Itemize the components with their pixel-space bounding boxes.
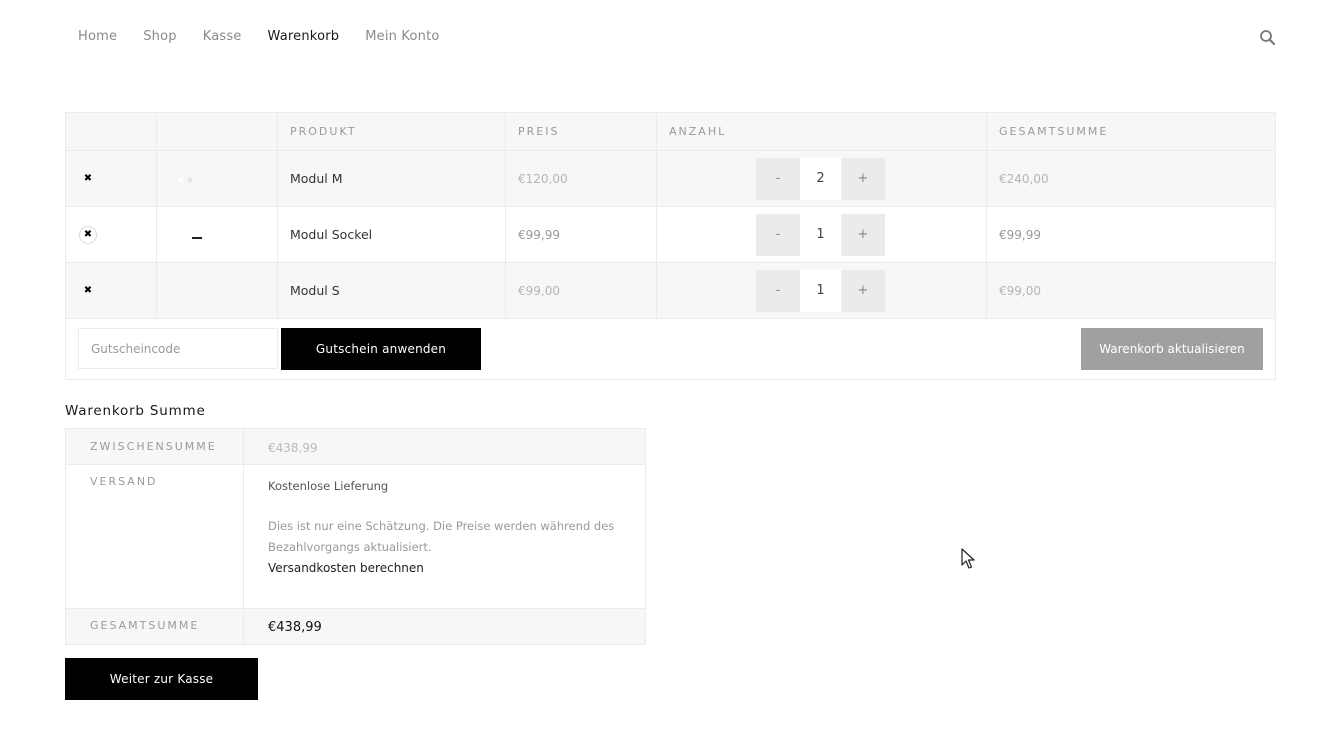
qty-increase-button[interactable]: +: [841, 269, 885, 312]
remove-item-button[interactable]: ✖: [79, 282, 97, 300]
cursor-icon: [961, 548, 975, 569]
header-quantity: ANZAHL: [656, 112, 987, 151]
quantity-stepper: - 2 +: [756, 157, 885, 200]
shipping-row: VERSAND Kostenlose Lieferung Dies ist nu…: [65, 464, 646, 609]
shipping-method: Kostenlose Lieferung: [268, 479, 389, 493]
main-nav: Home Shop Kasse Warenkorb Mein Konto: [78, 29, 466, 47]
quantity-stepper: - 1 +: [756, 269, 885, 312]
cart-item-row: ✖ Modul M €120,00 - 2 + €240,00: [65, 150, 1276, 207]
qty-increase-button[interactable]: +: [841, 157, 885, 200]
nav-item-shop[interactable]: Shop: [143, 29, 177, 47]
product-name[interactable]: Modul Sockel: [277, 206, 506, 263]
header-subtotal: GESAMTSUMME: [986, 112, 1276, 151]
remove-item-button[interactable]: ✖: [79, 225, 97, 244]
product-subtotal: €99,00: [986, 262, 1276, 319]
nav-item-kasse[interactable]: Kasse: [203, 29, 242, 47]
product-price: €120,00: [505, 150, 657, 207]
qty-input[interactable]: 1: [800, 269, 841, 312]
product-price: €99,00: [505, 262, 657, 319]
cart-item-row: ✖ Modul Sockel €99,99 - 1 + €99,99: [65, 206, 1276, 263]
order-total-row: GESAMTSUMME €438,99: [65, 608, 646, 645]
nav-item-home[interactable]: Home: [78, 29, 117, 47]
cart-totals-title: Warenkorb Summe: [65, 403, 206, 419]
header-product: PRODUKT: [277, 112, 506, 151]
subtotal-row: ZWISCHENSUMME €438,99: [65, 428, 646, 465]
cart-actions-row: Gutschein anwenden Warenkorb aktualisier…: [65, 318, 1276, 380]
shipping-label: VERSAND: [65, 464, 244, 609]
subtotal-value: €438,99: [243, 428, 646, 465]
qty-decrease-button[interactable]: -: [756, 269, 800, 312]
remove-item-button[interactable]: ✖: [79, 170, 97, 188]
nav-item-mein-konto[interactable]: Mein Konto: [365, 29, 439, 47]
qty-input[interactable]: 2: [800, 157, 841, 200]
calculate-shipping-link[interactable]: Versandkosten berechnen: [268, 558, 645, 579]
proceed-to-checkout-button[interactable]: Weiter zur Kasse: [65, 658, 258, 700]
qty-input[interactable]: 1: [800, 213, 841, 256]
product-price: €99,99: [505, 206, 657, 263]
header-price: PREIS: [505, 112, 657, 151]
order-total-label: GESAMTSUMME: [65, 608, 244, 645]
product-name[interactable]: Modul M: [277, 150, 506, 207]
header-thumbnail: [156, 112, 278, 151]
apply-coupon-button[interactable]: Gutschein anwenden: [281, 328, 481, 370]
nav-item-warenkorb[interactable]: Warenkorb: [268, 29, 340, 47]
qty-increase-button[interactable]: +: [841, 213, 885, 256]
update-cart-button[interactable]: Warenkorb aktualisieren: [1081, 328, 1263, 370]
product-subtotal: €99,99: [986, 206, 1276, 263]
cart-actions: Gutschein anwenden Warenkorb aktualisier…: [66, 319, 1275, 379]
qty-decrease-button[interactable]: -: [756, 213, 800, 256]
cart-table: PRODUKT PREIS ANZAHL GESAMTSUMME ✖ Modul…: [65, 112, 1276, 380]
product-thumbnail[interactable]: [172, 177, 202, 183]
product-name[interactable]: Modul S: [277, 262, 506, 319]
order-total-value: €438,99: [243, 608, 646, 645]
shipping-estimate-note: Dies ist nur eine Schätzung. Die Preise …: [268, 519, 615, 554]
product-thumbnail[interactable]: [192, 237, 202, 239]
cart-totals-table: ZWISCHENSUMME €438,99 VERSAND Kostenlose…: [65, 428, 646, 645]
coupon-code-input[interactable]: [78, 328, 278, 369]
cart-item-row: ✖ Modul S €99,00 - 1 + €99,00: [65, 262, 1276, 319]
cart-header-row: PRODUKT PREIS ANZAHL GESAMTSUMME: [65, 112, 1276, 151]
product-subtotal: €240,00: [986, 150, 1276, 207]
quantity-stepper: - 1 +: [756, 213, 885, 256]
header-remove: [65, 112, 157, 151]
qty-decrease-button[interactable]: -: [756, 157, 800, 200]
subtotal-label: ZWISCHENSUMME: [65, 428, 244, 465]
search-icon[interactable]: [1259, 29, 1276, 46]
